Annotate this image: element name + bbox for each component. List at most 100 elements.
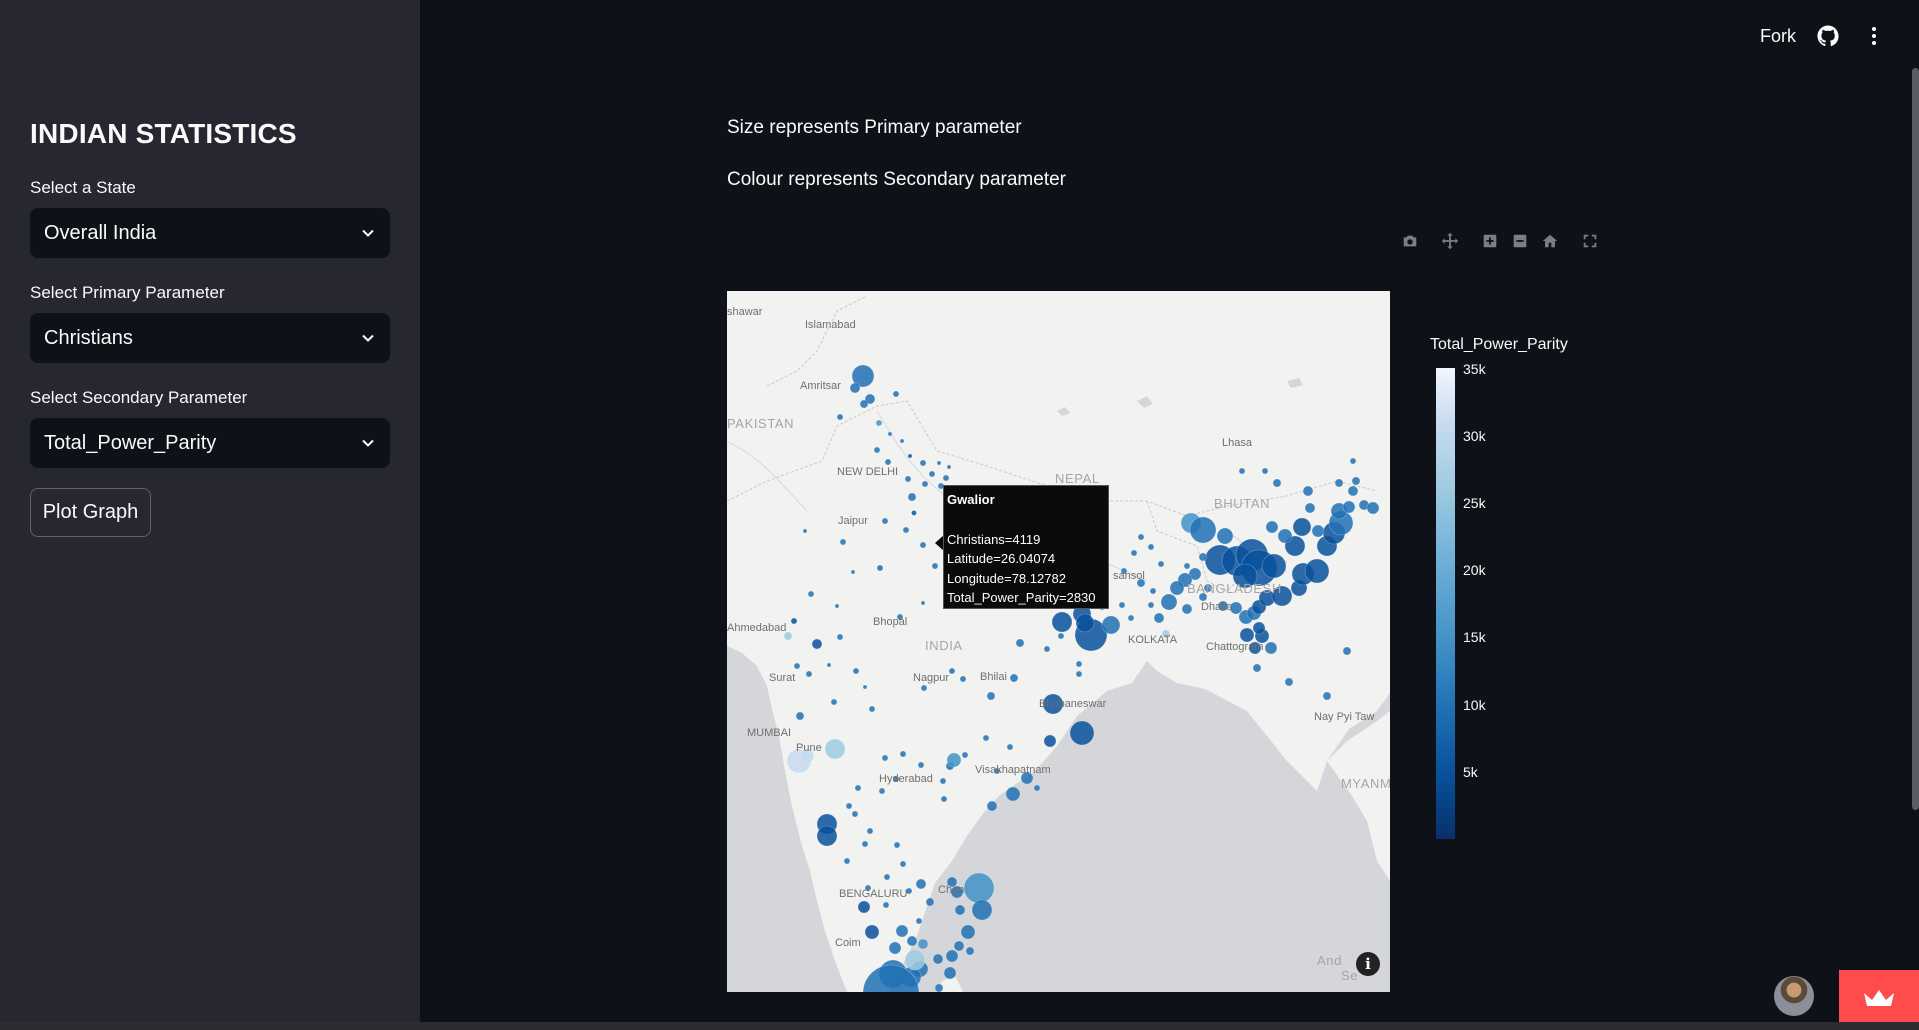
map-marker[interactable] <box>876 564 884 572</box>
india-map[interactable]: shawar Islamabad Amritsar PAKISTAN NEW D… <box>727 291 1390 992</box>
map-marker[interactable] <box>824 738 846 760</box>
map-marker[interactable] <box>862 684 868 690</box>
map-marker[interactable] <box>1169 580 1185 596</box>
map-marker[interactable] <box>807 590 815 598</box>
map-marker[interactable] <box>1311 524 1325 538</box>
map-marker[interactable] <box>921 480 929 488</box>
map-marker[interactable] <box>915 917 923 925</box>
map-marker[interactable] <box>1366 501 1380 515</box>
map-marker[interactable] <box>888 941 902 955</box>
map-marker[interactable] <box>892 390 900 398</box>
map-marker[interactable] <box>1075 613 1095 633</box>
map-marker[interactable] <box>1261 553 1287 579</box>
map-marker[interactable] <box>895 924 909 938</box>
zoom-in-icon[interactable] <box>1476 229 1504 253</box>
map-marker[interactable] <box>795 711 805 721</box>
camera-icon[interactable] <box>1396 229 1424 253</box>
map-marker[interactable] <box>945 949 959 963</box>
map-marker[interactable] <box>1157 560 1165 568</box>
map-marker[interactable] <box>790 617 798 625</box>
fork-button[interactable]: Fork <box>1760 26 1796 47</box>
map-marker[interactable] <box>982 734 990 742</box>
map-marker[interactable] <box>1147 601 1155 609</box>
map-marker[interactable] <box>882 901 890 909</box>
map-marker[interactable] <box>1347 485 1359 497</box>
secondary-parameter-select[interactable]: Total_Power_Parity <box>30 418 390 468</box>
map-marker[interactable] <box>1069 720 1095 746</box>
map-marker[interactable] <box>1101 615 1121 635</box>
map-marker[interactable] <box>919 459 927 467</box>
map-marker[interactable] <box>1252 621 1266 635</box>
map-marker[interactable] <box>845 802 853 810</box>
map-marker[interactable] <box>928 470 936 478</box>
map-marker[interactable] <box>904 475 912 483</box>
map-marker[interactable] <box>1304 558 1330 584</box>
map-marker[interactable] <box>878 787 886 795</box>
map-marker[interactable] <box>963 872 995 904</box>
map-marker[interactable] <box>953 940 965 952</box>
map-marker[interactable] <box>1272 478 1282 488</box>
map-marker[interactable] <box>859 399 869 409</box>
map-marker[interactable] <box>960 924 976 940</box>
map-marker[interactable] <box>936 460 942 466</box>
map-marker[interactable] <box>986 800 998 812</box>
map-marker[interactable] <box>866 827 874 835</box>
map-marker[interactable] <box>836 633 844 641</box>
map-marker[interactable] <box>1043 645 1051 653</box>
map-marker[interactable] <box>836 413 844 421</box>
streamlit-badge[interactable] <box>1839 970 1919 1025</box>
map-marker[interactable] <box>868 705 876 713</box>
map-marker[interactable] <box>1277 528 1293 544</box>
map-marker[interactable] <box>1351 476 1361 486</box>
map-marker[interactable] <box>854 784 862 792</box>
map-marker[interactable] <box>1009 673 1019 683</box>
map-marker[interactable] <box>1153 612 1165 624</box>
map-marker[interactable] <box>857 900 871 914</box>
map-marker[interactable] <box>834 603 840 609</box>
map-marker[interactable] <box>961 751 969 759</box>
map-marker[interactable] <box>925 897 935 907</box>
map-marker[interactable] <box>932 953 944 965</box>
map-marker[interactable] <box>942 474 950 482</box>
home-icon[interactable] <box>1536 229 1564 253</box>
map-marker[interactable] <box>946 464 952 470</box>
map-marker[interactable] <box>939 777 947 785</box>
map-marker[interactable] <box>864 924 880 940</box>
map-marker[interactable] <box>934 983 944 992</box>
hovered-marker-gwalior[interactable] <box>910 509 918 517</box>
map-marker[interactable] <box>1147 543 1155 551</box>
map-marker[interactable] <box>811 638 823 650</box>
map-marker[interactable] <box>1033 784 1041 792</box>
map-marker[interactable] <box>843 857 851 865</box>
map-marker[interactable] <box>1342 500 1356 514</box>
map-marker[interactable] <box>986 691 996 701</box>
map-marker[interactable] <box>839 538 847 546</box>
map-marker[interactable] <box>1118 601 1126 609</box>
map-marker[interactable] <box>899 860 907 868</box>
map-marker[interactable] <box>919 541 927 549</box>
map-marker[interactable] <box>906 935 918 947</box>
fullscreen-icon[interactable] <box>1576 229 1604 253</box>
map-marker[interactable] <box>917 938 929 950</box>
map-marker[interactable] <box>899 750 907 758</box>
map-marker[interactable] <box>805 670 813 678</box>
map-marker[interactable] <box>881 754 889 762</box>
map-marker[interactable] <box>1349 457 1357 465</box>
map-marker[interactable] <box>851 810 859 818</box>
primary-parameter-select[interactable]: Christians <box>30 313 390 363</box>
map-marker[interactable] <box>1043 734 1057 748</box>
map-marker[interactable] <box>1284 677 1294 687</box>
zoom-out-icon[interactable] <box>1506 229 1534 253</box>
map-marker[interactable] <box>1216 527 1234 545</box>
map-marker[interactable] <box>946 752 962 768</box>
map-marker[interactable] <box>907 453 913 459</box>
map-marker[interactable] <box>873 446 881 454</box>
map-marker[interactable] <box>1198 552 1208 562</box>
map-marker[interactable] <box>852 667 860 675</box>
map-marker[interactable] <box>959 675 967 683</box>
map-marker[interactable] <box>850 569 856 575</box>
map-marker[interactable] <box>920 600 926 606</box>
map-marker[interactable] <box>931 562 939 570</box>
map-marker[interactable] <box>965 946 975 956</box>
map-marker[interactable] <box>1160 593 1178 611</box>
